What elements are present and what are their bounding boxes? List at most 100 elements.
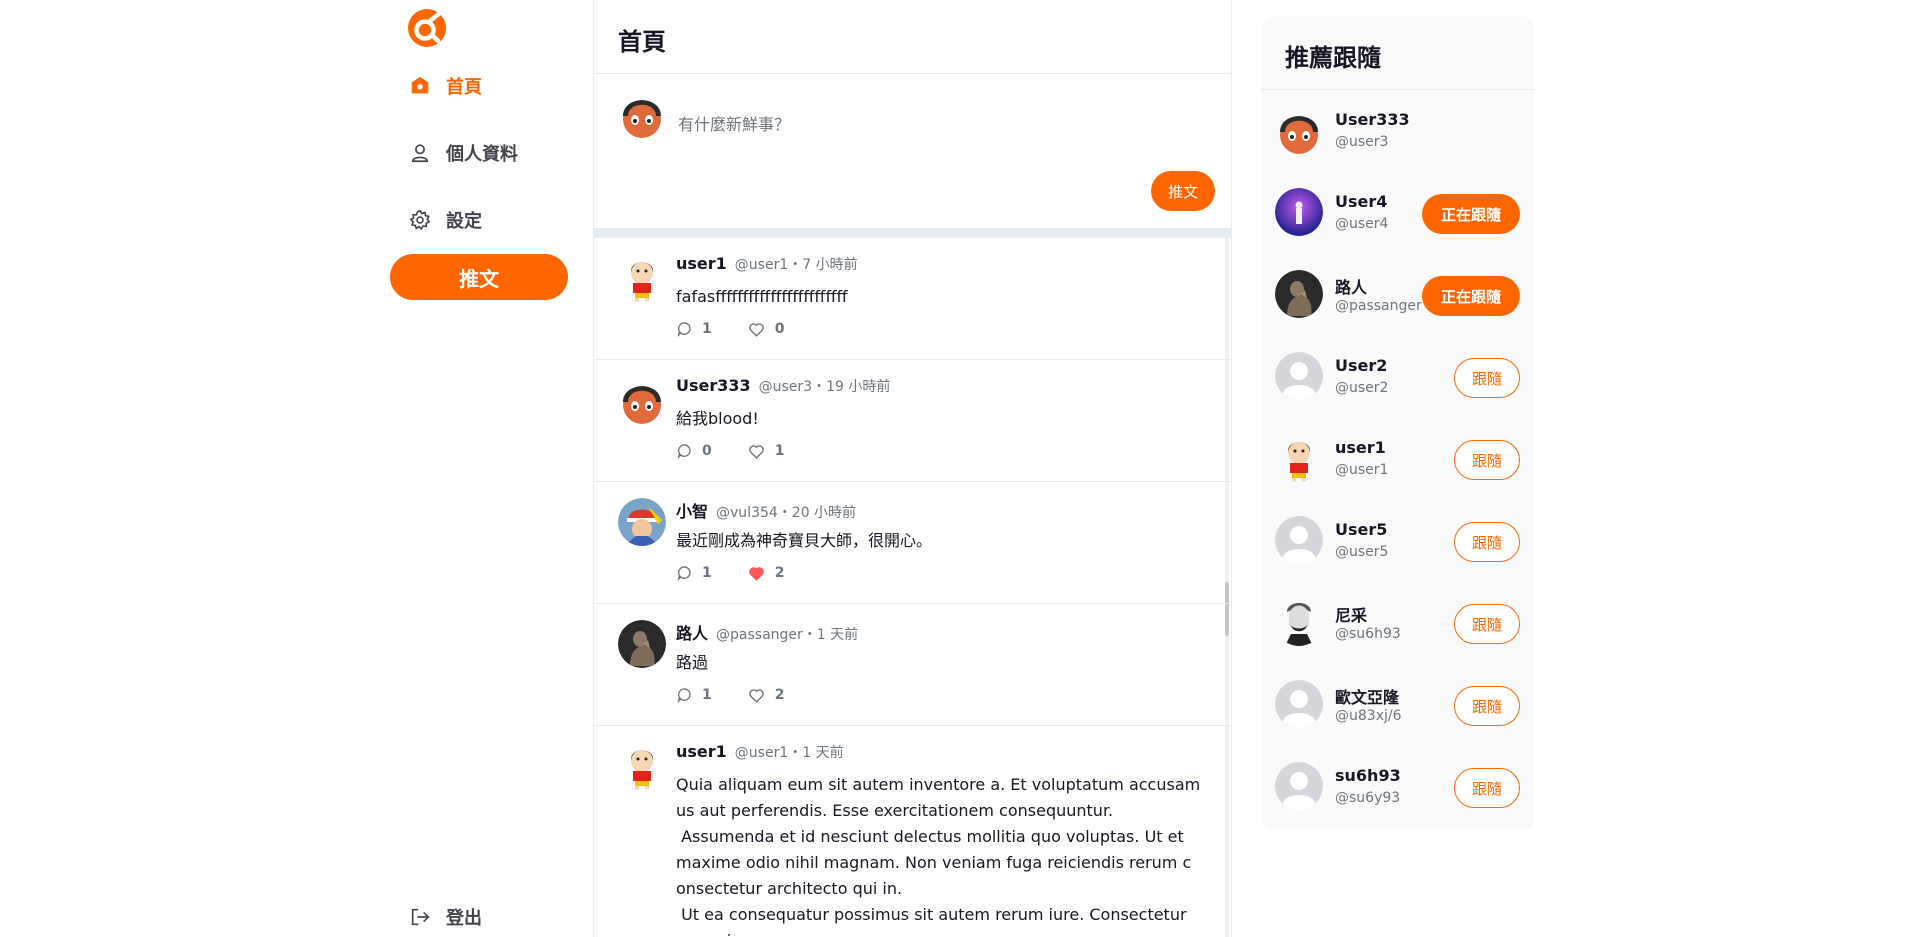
- nav-item-settings[interactable]: 設定: [408, 200, 482, 240]
- comment-icon: [677, 444, 691, 459]
- tweet-header: user1 @user1・7 小時前: [676, 254, 1201, 278]
- tweet-header: 小智 @vul354・20 小時前: [676, 498, 1201, 522]
- recommend-user-handle: @user3: [1335, 134, 1389, 150]
- nav-item-profile[interactable]: 個人資料: [408, 133, 518, 173]
- recommend-user-name[interactable]: User5: [1335, 520, 1387, 539]
- tweet-author-name[interactable]: user1: [676, 254, 727, 273]
- page-title: 首頁: [594, 0, 1231, 74]
- avatar[interactable]: [1275, 598, 1323, 646]
- heart-icon: [748, 688, 764, 703]
- gear-icon: [408, 208, 432, 232]
- tweet-item[interactable]: user1 @user1・7 小時前 fafasffffffffffffffff…: [594, 238, 1231, 360]
- reply-button[interactable]: 1: [676, 321, 712, 337]
- tweet-body: fafasffffffffffffffffffffffff: [676, 287, 848, 306]
- tweet-header: 路人 @passanger・1 天前: [676, 620, 1201, 644]
- reply-button[interactable]: 1: [676, 687, 712, 703]
- tweet-meta: @user1・1 天前: [734, 745, 844, 761]
- recommend-user[interactable]: User333 @user3: [1261, 90, 1534, 172]
- avatar[interactable]: [1275, 434, 1323, 482]
- like-button[interactable]: 1: [748, 443, 785, 460]
- reply-count: 1: [702, 321, 712, 337]
- follow-button[interactable]: 跟隨: [1454, 604, 1520, 644]
- recommend-user-name[interactable]: User4: [1335, 192, 1387, 211]
- recommend-user[interactable]: su6h93 @su6y93 跟隨: [1261, 746, 1534, 828]
- compose-input[interactable]: [678, 94, 1178, 154]
- like-button[interactable]: 2: [748, 687, 785, 704]
- reply-button[interactable]: 0: [676, 443, 712, 459]
- recommend-user[interactable]: User5 @user5 跟隨: [1261, 500, 1534, 582]
- logout-icon: [408, 905, 432, 929]
- recommend-user-name[interactable]: User333: [1335, 110, 1410, 129]
- tweet-author-name[interactable]: 小智: [676, 498, 708, 522]
- recommend-user[interactable]: User4 @user4 正在跟隨: [1261, 172, 1534, 254]
- recommend-user-name[interactable]: 路人: [1335, 274, 1367, 298]
- nav-label-profile: 個人資料: [446, 144, 518, 165]
- follow-button[interactable]: 跟隨: [1454, 768, 1520, 808]
- tweet-item[interactable]: User333 @user3・19 小時前 給我blood! 0 1: [594, 360, 1231, 482]
- tweet-body: 給我blood!: [676, 409, 759, 428]
- tweet-body: 路過: [676, 653, 709, 672]
- tweet-list: user1 @user1・7 小時前 fafasffffffffffffffff…: [594, 238, 1231, 937]
- recommend-user-name[interactable]: su6h93: [1335, 766, 1401, 785]
- home-icon: [408, 74, 432, 98]
- logout-button[interactable]: 登出: [408, 897, 482, 937]
- tweet-author-name[interactable]: user1: [676, 742, 727, 761]
- tweet-author-name[interactable]: User333: [676, 376, 751, 395]
- like-count: 0: [774, 321, 785, 337]
- avatar[interactable]: [1275, 106, 1323, 154]
- recommend-user-name[interactable]: user1: [1335, 438, 1386, 457]
- tweet-item[interactable]: 路人 @passanger・1 天前 路過 1 2: [594, 604, 1231, 726]
- following-button[interactable]: 正在跟隨: [1422, 194, 1520, 234]
- recommend-user-handle: @u83xj/6: [1335, 708, 1402, 724]
- like-count: 2: [774, 687, 785, 703]
- tweet-item[interactable]: 小智 @vul354・20 小時前 最近剛成為神奇寶貝大師，很開心。 1 2: [594, 482, 1231, 604]
- avatar[interactable]: [1275, 352, 1323, 400]
- recommend-user-name[interactable]: 歐文亞隆: [1335, 684, 1399, 708]
- recommend-user[interactable]: 尼采 @su6h93 跟隨: [1261, 582, 1534, 664]
- avatar[interactable]: [618, 620, 666, 668]
- avatar[interactable]: [618, 376, 666, 424]
- like-button[interactable]: 0: [748, 321, 785, 338]
- main-feed-column: 首頁 推文 user1 @user1・7 小時前 fafasfffffff: [593, 0, 1232, 937]
- tweet-composer: 推文: [594, 74, 1231, 228]
- nav-item-home[interactable]: 首頁: [408, 66, 482, 106]
- follow-button[interactable]: 跟隨: [1454, 440, 1520, 480]
- sidebar-tweet-button[interactable]: 推文: [390, 254, 568, 300]
- tweet-actions: 1 2: [676, 563, 1201, 583]
- avatar[interactable]: [1275, 188, 1323, 236]
- follow-button[interactable]: 跟隨: [1454, 686, 1520, 726]
- tweet-item[interactable]: user1 @user1・1 天前 Quia aliquam eum sit a…: [594, 726, 1231, 937]
- alphitter-logo[interactable]: [407, 8, 447, 48]
- recommend-user-name[interactable]: User2: [1335, 356, 1387, 375]
- like-count: 2: [774, 565, 785, 581]
- avatar[interactable]: [618, 742, 666, 790]
- avatar[interactable]: [618, 498, 666, 546]
- avatar[interactable]: [1275, 270, 1323, 318]
- tweet-body: 最近剛成為神奇寶貝大師，很開心。: [676, 531, 933, 550]
- tweet-meta: @user3・19 小時前: [758, 379, 891, 395]
- logout-label: 登出: [446, 908, 482, 929]
- avatar[interactable]: [1275, 516, 1323, 564]
- recommend-user[interactable]: 歐文亞隆 @u83xj/6 跟隨: [1261, 664, 1534, 746]
- follow-button[interactable]: 跟隨: [1454, 358, 1520, 398]
- follow-button[interactable]: 跟隨: [1454, 522, 1520, 562]
- recommend-user-handle: @passanger: [1335, 298, 1422, 314]
- recommend-user[interactable]: user1 @user1 跟隨: [1261, 418, 1534, 500]
- avatar[interactable]: [618, 254, 666, 302]
- tweet-actions: 1 0: [676, 319, 1201, 339]
- recommend-title: 推薦跟隨: [1261, 16, 1534, 90]
- tweet-meta: @vul354・20 小時前: [716, 505, 857, 521]
- heart-icon: [748, 322, 764, 337]
- reply-button[interactable]: 1: [676, 565, 712, 581]
- tweet-author-name[interactable]: 路人: [676, 620, 708, 644]
- avatar[interactable]: [618, 90, 666, 138]
- following-button[interactable]: 正在跟隨: [1422, 276, 1520, 316]
- avatar[interactable]: [1275, 680, 1323, 728]
- recommend-user[interactable]: User2 @user2 跟隨: [1261, 336, 1534, 418]
- recommend-user-name[interactable]: 尼采: [1335, 602, 1367, 626]
- avatar[interactable]: [1275, 762, 1323, 810]
- recommend-user[interactable]: 路人 @passanger 正在跟隨: [1261, 254, 1534, 336]
- compose-submit-button[interactable]: 推文: [1151, 171, 1215, 211]
- recommend-user-handle: @su6h93: [1335, 626, 1401, 642]
- like-button[interactable]: 2: [748, 565, 785, 582]
